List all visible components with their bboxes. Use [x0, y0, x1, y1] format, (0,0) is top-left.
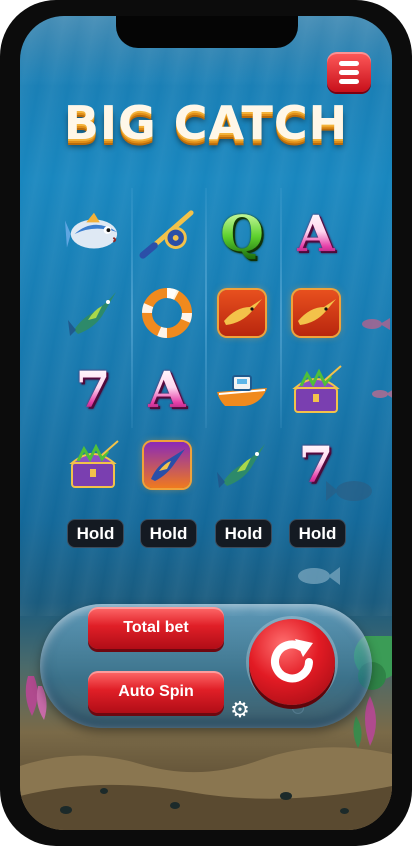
gear-icon[interactable]: ⚙ — [229, 700, 251, 722]
treasure-chest-icon — [69, 440, 119, 488]
pebble — [170, 802, 180, 809]
spin-button[interactable] — [249, 619, 335, 705]
marlin-tile-icon — [144, 442, 190, 488]
fishing-rod-icon — [139, 210, 194, 259]
life-ring-icon — [142, 288, 192, 338]
marlin-icon — [217, 444, 265, 488]
reel-3-row-2 — [214, 285, 270, 341]
reel-4-row-4: 7 — [288, 437, 344, 493]
reel-divider — [280, 188, 282, 428]
reel-1-row-2 — [65, 285, 121, 341]
refresh-icon — [271, 639, 313, 683]
total-bet-button[interactable]: Total bet — [88, 607, 224, 649]
reel-2-row-4 — [139, 437, 195, 493]
a-symbol: A — [147, 360, 187, 419]
background-fish-icon — [372, 390, 392, 398]
hold-button-reel-4[interactable]: Hold — [289, 519, 346, 548]
menu-button[interactable] — [327, 52, 371, 92]
pebble — [340, 808, 349, 814]
q-symbol: Q — [220, 204, 264, 263]
reel-1-row-4 — [65, 437, 121, 493]
background-fish-icon — [298, 567, 340, 585]
treasure-chest-icon — [292, 365, 342, 413]
reel-2-row-1 — [139, 206, 195, 262]
hold-button-reel-2[interactable]: Hold — [140, 519, 197, 548]
marlin-tile-icon — [219, 290, 265, 336]
pebble — [60, 806, 72, 814]
seven-symbol: 7 — [298, 435, 334, 494]
a-symbol: A — [296, 204, 336, 263]
pebble — [280, 792, 292, 800]
reel-3-row-1: Q — [214, 206, 270, 262]
hold-button-reel-1[interactable]: Hold — [67, 519, 124, 548]
hold-button-reel-3[interactable]: Hold — [215, 519, 272, 548]
reel-2-row-3: A — [139, 362, 195, 418]
reel-3-row-4 — [214, 437, 270, 493]
reel-divider — [205, 188, 207, 428]
reel-4-row-1: A — [288, 206, 344, 262]
seven-symbol: 7 — [75, 360, 111, 419]
reel-3-row-3 — [214, 362, 270, 418]
reel-4-row-2 — [288, 285, 344, 341]
boat-icon — [217, 375, 267, 406]
background-fish-icon — [362, 318, 390, 330]
phone-notch — [116, 16, 298, 48]
reel-1-row-3: 7 — [65, 362, 121, 418]
marlin-tile-icon — [293, 290, 339, 336]
game-title: BIG CATCH — [63, 96, 349, 150]
reel-1-row-1 — [65, 206, 121, 262]
auto-spin-button[interactable]: Auto Spin — [88, 671, 224, 713]
fish-icon — [65, 212, 118, 249]
reel-4-row-3 — [288, 362, 344, 418]
marlin-icon — [68, 292, 116, 336]
reel-2-row-2 — [139, 285, 195, 341]
reel-divider — [131, 188, 133, 428]
pebble — [100, 788, 108, 794]
